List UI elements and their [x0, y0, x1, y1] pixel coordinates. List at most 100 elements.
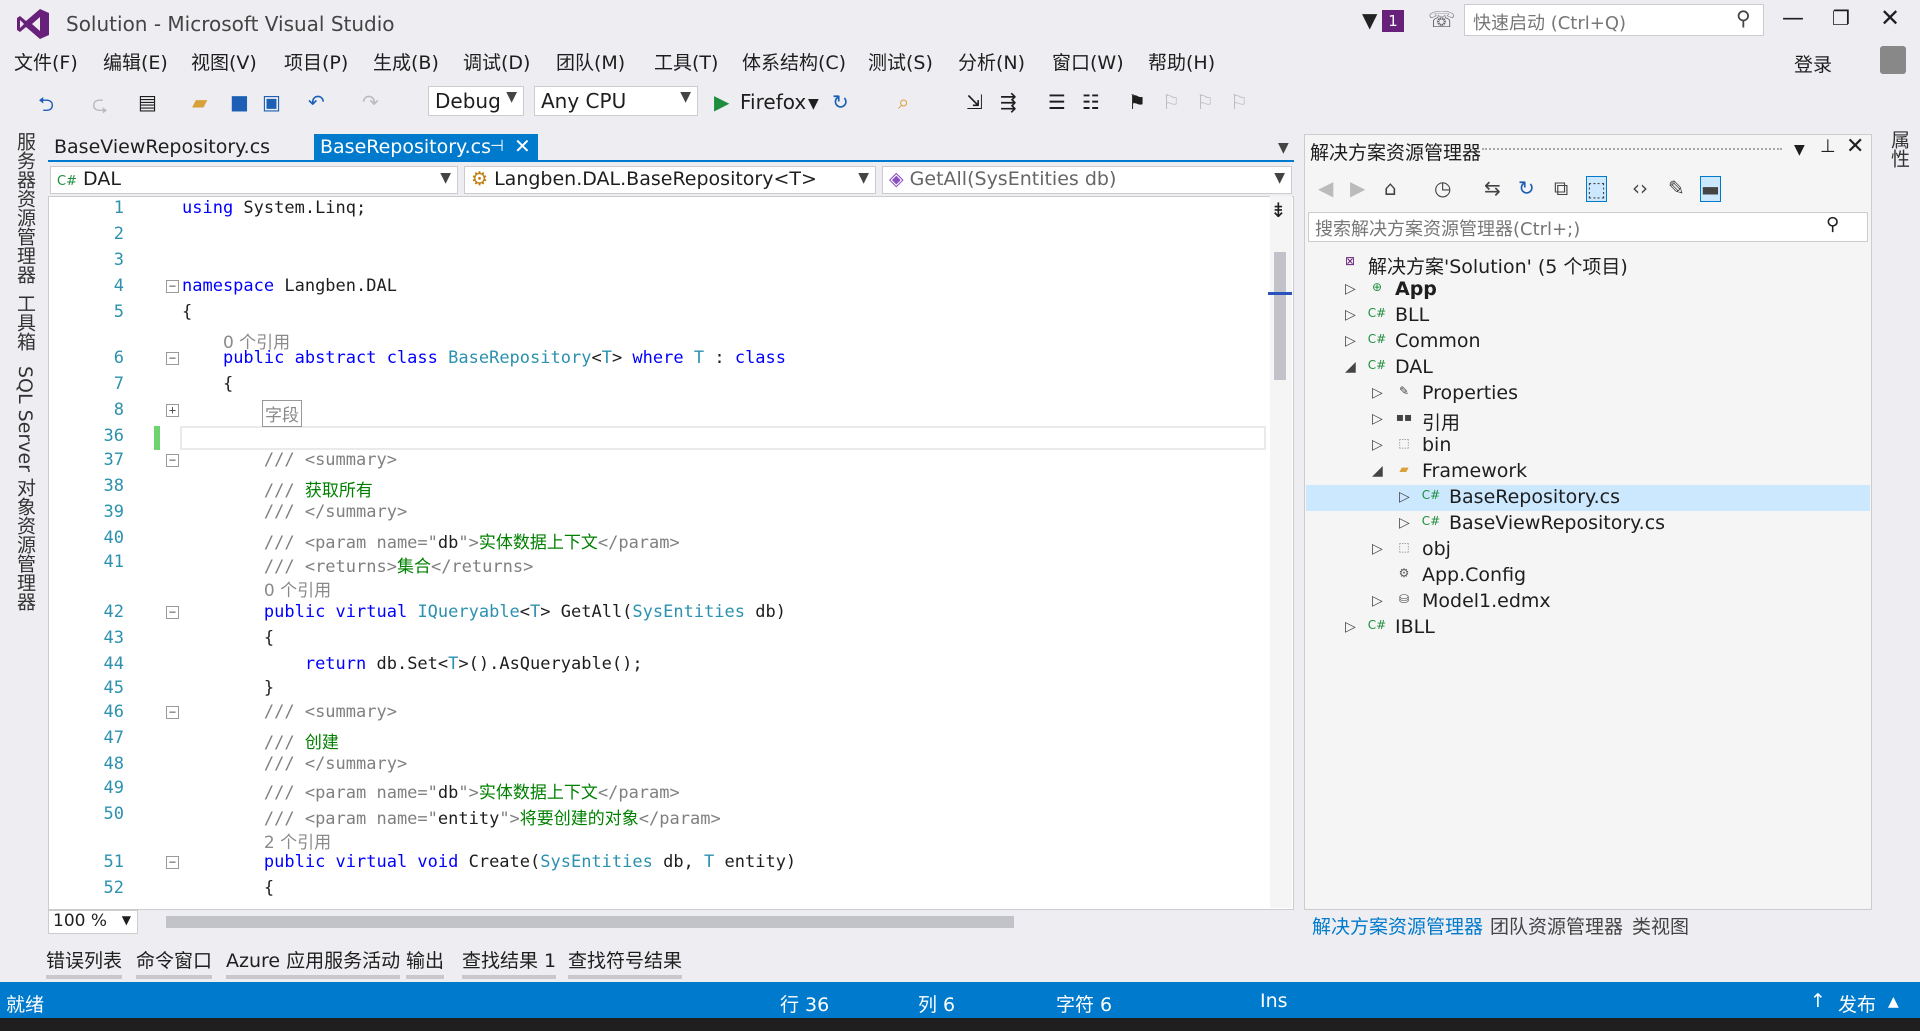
code-line[interactable]: 47 /// 创建 — [48, 728, 1268, 753]
toolbox-tab[interactable]: 工具箱 — [12, 294, 39, 351]
expand-arrow-icon[interactable]: ▷ — [1372, 411, 1383, 427]
start-debugging-icon[interactable]: ▶ — [714, 90, 729, 114]
expand-arrow-icon[interactable]: ▷ — [1345, 333, 1356, 349]
tab-team-explorer[interactable]: 团队资源管理器 — [1490, 912, 1623, 939]
code-line[interactable]: 36 — [48, 426, 1268, 451]
menu-edit[interactable]: 编辑(E) — [103, 48, 168, 75]
collapse-region-icon[interactable]: − — [166, 280, 179, 293]
tab-output[interactable]: 输出 — [406, 946, 445, 979]
menu-architecture[interactable]: 体系结构(C) — [742, 48, 846, 75]
tree-item[interactable]: ▷ C# BLL — [1306, 304, 1866, 330]
code-line[interactable]: 46 − /// <summary> — [48, 702, 1268, 727]
publish-button[interactable]: 发布 — [1838, 990, 1876, 1017]
view-code-icon[interactable]: ‹› — [1632, 176, 1648, 200]
preview-selected-items-icon[interactable]: ▬ — [1700, 176, 1721, 202]
account-icon[interactable] — [1880, 46, 1906, 74]
bookmark-icon[interactable]: ⚑ — [1128, 90, 1146, 114]
se-refresh-icon[interactable]: ↻ — [1518, 176, 1535, 200]
code-line[interactable]: 51 − public virtual void Create(SysEntiti… — [48, 852, 1268, 877]
properties-wrench-icon[interactable]: ✎ — [1668, 176, 1685, 200]
code-text[interactable]: /// <summary> — [182, 450, 397, 470]
undo-icon[interactable]: ↶ — [308, 90, 325, 114]
tree-item[interactable]: ▷ C# BaseRepository.cs — [1306, 486, 1866, 512]
tree-item[interactable]: ⊠ 解决方案'Solution' (5 个项目) — [1306, 252, 1866, 278]
menu-window[interactable]: 窗口(W) — [1052, 48, 1124, 75]
expand-arrow-icon[interactable]: ▷ — [1345, 281, 1356, 297]
menu-view[interactable]: 视图(V) — [191, 48, 257, 75]
code-line[interactable]: 8 + — [48, 400, 1268, 425]
navigate-forward-icon[interactable]: ⮎ — [92, 90, 108, 124]
pin-tab-icon[interactable]: ⊣ — [490, 136, 504, 155]
code-line[interactable]: 3 — [48, 250, 1268, 275]
auto-hide-pin-icon[interactable]: ⊥ — [1820, 136, 1836, 157]
code-line[interactable]: 41 /// <returns>集合</returns> — [48, 552, 1268, 577]
tab-error-list[interactable]: 错误列表 — [46, 946, 123, 979]
code-line[interactable]: 52 { — [48, 878, 1268, 903]
close-tab-icon[interactable]: ✕ — [514, 134, 531, 158]
expand-arrow-icon[interactable]: ▷ — [1399, 515, 1410, 531]
code-line[interactable]: 4 − namespace Langben.DAL — [48, 276, 1268, 301]
start-target-dropdown-icon[interactable]: ▼ — [808, 96, 819, 112]
code-text[interactable]: /// 创建 — [182, 728, 339, 753]
start-target-button[interactable]: Firefox — [740, 90, 806, 114]
tree-item[interactable]: ⚙ App.Config — [1306, 564, 1866, 590]
code-text[interactable]: return db.Set<T>().AsQueryable(); — [182, 654, 643, 674]
indent-icon[interactable]: ☷ — [1082, 90, 1100, 114]
menu-test[interactable]: 测试(S) — [868, 48, 933, 75]
sign-in-link[interactable]: 登录 — [1794, 50, 1832, 77]
zoom-level-select[interactable]: 100 % ▼ — [48, 910, 138, 934]
project-navigation-select[interactable]: C# DAL ▼ — [50, 166, 458, 194]
menu-team[interactable]: 团队(M) — [556, 48, 625, 75]
tree-item[interactable]: ▷ ⬚ obj — [1306, 538, 1866, 564]
code-text[interactable]: /// 获取所有 — [182, 476, 373, 501]
minimize-button[interactable]: — — [1782, 6, 1804, 31]
solution-configuration-select[interactable]: Debug ▼ — [428, 86, 524, 116]
solution-explorer-search-input[interactable]: 搜索解决方案资源管理器(Ctrl+;) — [1308, 212, 1868, 242]
feedback-icon[interactable]: ☏ — [1428, 8, 1456, 33]
code-line[interactable]: 38 /// 获取所有 — [48, 476, 1268, 501]
expand-arrow-icon[interactable]: ▷ — [1399, 489, 1410, 505]
close-panel-icon[interactable]: ✕ — [1846, 134, 1864, 159]
code-text[interactable]: { — [182, 374, 233, 394]
code-text[interactable]: { — [182, 302, 192, 322]
se-back-icon[interactable]: ◀ — [1318, 176, 1333, 200]
code-line[interactable]: 2 — [48, 224, 1268, 249]
save-icon[interactable]: ■ — [230, 90, 249, 114]
panel-dropdown-icon[interactable]: ▼ — [1794, 142, 1805, 158]
menu-debug[interactable]: 调试(D) — [463, 48, 530, 75]
code-text[interactable]: 2 个引用 — [182, 828, 331, 853]
publish-menu-icon[interactable]: ▲ — [1888, 994, 1899, 1010]
collapse-all-icon[interactable]: ⧉ — [1554, 176, 1568, 200]
expand-arrow-icon[interactable]: ▷ — [1372, 437, 1383, 453]
code-text[interactable]: { — [182, 628, 274, 648]
codelens-reference-line[interactable]: 0 个引用 — [48, 576, 1268, 601]
code-line[interactable]: 43 { — [48, 628, 1268, 653]
horizontal-scrollbar-thumb[interactable] — [166, 916, 1014, 928]
code-text[interactable]: using System.Linq; — [182, 198, 366, 218]
code-text[interactable]: /// <summary> — [182, 702, 397, 722]
code-text[interactable]: 0 个引用 — [182, 576, 331, 601]
collapse-region-icon[interactable]: − — [166, 352, 179, 365]
tree-item[interactable]: ▷ ✎ Properties — [1306, 382, 1866, 408]
tree-item[interactable]: ▷ ⊕ App — [1306, 278, 1866, 304]
search-icon[interactable]: ⚲ — [1736, 6, 1751, 30]
collapse-arrow-icon[interactable]: ◢ — [1372, 463, 1383, 479]
properties-tab[interactable]: 属性 — [1886, 130, 1913, 168]
code-line[interactable]: 40 /// <param name="db">实体数据上下文</param> — [48, 528, 1268, 553]
collapse-region-icon[interactable]: − — [166, 606, 179, 619]
member-navigation-select[interactable]: ◈ GetAll(SysEntities db) ▼ — [882, 166, 1292, 194]
solution-platform-select[interactable]: Any CPU ▼ — [534, 86, 698, 116]
collapsed-region[interactable]: 字段 — [262, 400, 302, 427]
previous-bookmark-icon[interactable]: ⚐ — [1162, 90, 1180, 114]
code-text[interactable]: /// </summary> — [182, 502, 407, 522]
tree-item[interactable]: ◢ ▰ Framework — [1306, 460, 1866, 486]
menu-project[interactable]: 项目(P) — [284, 48, 348, 75]
code-line[interactable]: 37 − /// <summary> — [48, 450, 1268, 475]
server-explorer-tab[interactable]: 服务器资源管理器 — [12, 132, 39, 284]
code-text[interactable]: public virtual IQueryable<T> GetAll(SysE… — [182, 602, 786, 622]
tab-class-view[interactable]: 类视图 — [1632, 912, 1689, 939]
sql-server-object-explorer-tab[interactable]: SQL Server 对象资源管理器 — [12, 366, 39, 611]
code-text[interactable]: } — [182, 678, 274, 698]
tab-azure-app-service-activity[interactable]: Azure 应用服务活动 — [226, 946, 401, 979]
tree-item[interactable]: ▷ ⬚ bin — [1306, 434, 1866, 460]
